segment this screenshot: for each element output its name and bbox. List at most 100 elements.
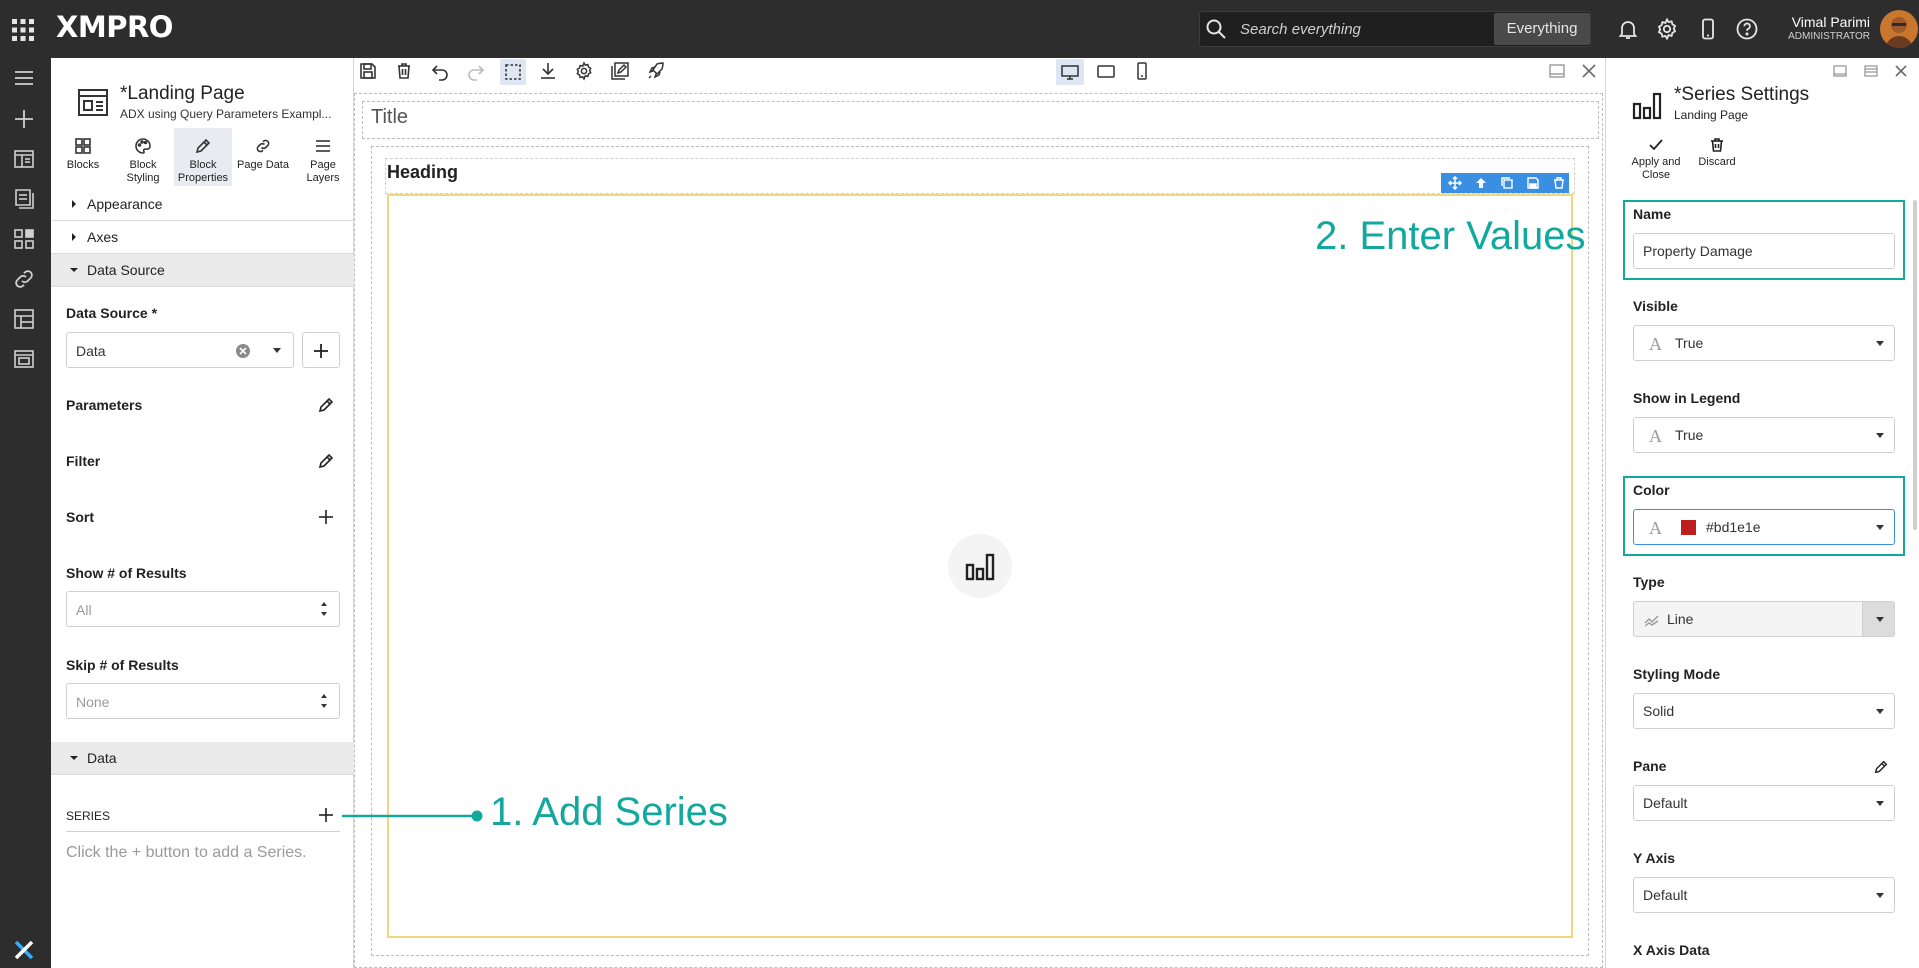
- heading-text[interactable]: Heading: [387, 162, 458, 183]
- chevron-down-icon: [273, 348, 281, 353]
- edit-layout-icon[interactable]: [610, 61, 630, 81]
- visible-select[interactable]: A True: [1633, 325, 1895, 361]
- discard-label: Discard: [1698, 156, 1736, 168]
- avatar[interactable]: [1880, 10, 1918, 48]
- phone-icon[interactable]: [1132, 61, 1152, 81]
- visible-label: Visible: [1633, 298, 1678, 314]
- search-input[interactable]: [1240, 17, 1490, 41]
- add-data-source-button[interactable]: [302, 332, 340, 368]
- section-appearance[interactable]: Appearance: [51, 188, 354, 221]
- move-icon[interactable]: [1448, 176, 1462, 190]
- expression-toggle-icon[interactable]: A: [1649, 426, 1662, 447]
- user-name[interactable]: Vimal Parimi: [1780, 14, 1870, 30]
- apply-and-close-button[interactable]: Apply and Close: [1628, 137, 1684, 182]
- xmpro-x-icon[interactable]: [14, 940, 34, 960]
- show-in-legend-select[interactable]: A True: [1633, 417, 1895, 453]
- select-mode-button[interactable]: [500, 59, 526, 85]
- styling-mode-select[interactable]: Solid: [1633, 693, 1895, 729]
- dock-panel-icon[interactable]: [1863, 63, 1879, 79]
- add-sort-icon[interactable]: [317, 508, 335, 526]
- save-icon[interactable]: [358, 61, 378, 81]
- series-divider: [66, 831, 340, 832]
- delete-icon[interactable]: [394, 61, 414, 81]
- undo-icon[interactable]: [430, 61, 450, 81]
- dashboard-icon[interactable]: [12, 307, 36, 331]
- clear-icon[interactable]: [235, 343, 251, 359]
- data-source-label: Data Source *: [66, 305, 158, 321]
- expression-toggle-icon[interactable]: A: [1649, 334, 1662, 355]
- delete-block-icon[interactable]: [1552, 176, 1566, 190]
- admin-icon[interactable]: [12, 347, 36, 371]
- search-scope-button[interactable]: Everything: [1494, 13, 1590, 45]
- data-source-select[interactable]: Data: [66, 332, 294, 368]
- panel-scrollbar[interactable]: [1913, 200, 1917, 530]
- edit-parameters-icon[interactable]: [317, 396, 335, 414]
- type-select[interactable]: Line: [1633, 601, 1895, 637]
- section-data-source[interactable]: Data Source: [51, 254, 354, 287]
- menu-icon[interactable]: [12, 66, 36, 90]
- heading-block[interactable]: [385, 158, 1575, 194]
- section-data[interactable]: Data: [51, 742, 354, 775]
- legend-value: True: [1675, 427, 1704, 443]
- help-icon[interactable]: [1735, 17, 1759, 41]
- show-results-label: Show # of Results: [66, 565, 187, 581]
- select-parent-icon[interactable]: [1474, 176, 1488, 190]
- tab-label: Page Data: [237, 159, 289, 171]
- minimize-panel-icon[interactable]: [1832, 63, 1848, 79]
- chevron-down-icon: [1876, 525, 1884, 530]
- tab-page-layers[interactable]: Page Layers: [294, 128, 352, 186]
- tab-block-properties[interactable]: Block Properties: [174, 128, 232, 186]
- series-settings-subtitle: Landing Page: [1674, 108, 1749, 122]
- show-results-input[interactable]: All: [66, 591, 340, 627]
- page-subtitle: ADX using Query Parameters Exampl...: [120, 107, 332, 121]
- caret-right-icon: [72, 200, 76, 208]
- y-axis-select[interactable]: Default: [1633, 877, 1895, 913]
- mobile-device-icon[interactable]: [1696, 17, 1720, 41]
- spinner-icon[interactable]: [319, 598, 329, 620]
- add-icon[interactable]: [12, 107, 36, 131]
- section-axes[interactable]: Axes: [51, 221, 354, 254]
- close-panel-icon[interactable]: [1894, 64, 1908, 78]
- data-streams-icon[interactable]: [12, 227, 36, 251]
- title-block[interactable]: [362, 101, 1599, 139]
- gear-icon[interactable]: [1655, 17, 1679, 41]
- spinner-icon[interactable]: [319, 690, 329, 712]
- check-icon: [1649, 139, 1663, 151]
- edit-pane-icon[interactable]: [1873, 759, 1889, 775]
- pane-select[interactable]: Default: [1633, 785, 1895, 821]
- apps-grid-icon[interactable]: [10, 17, 36, 43]
- series-name-input[interactable]: [1633, 233, 1895, 269]
- section-label: Appearance: [87, 196, 163, 212]
- tab-block-styling[interactable]: Block Styling: [114, 128, 172, 186]
- tab-label: Page Layers: [306, 159, 340, 184]
- block-toolbar: [1441, 173, 1569, 193]
- tablet-icon[interactable]: [1096, 61, 1116, 81]
- app-designer-icon[interactable]: [12, 147, 36, 171]
- duplicate-icon[interactable]: [1500, 176, 1514, 190]
- expression-toggle-icon[interactable]: A: [1649, 518, 1662, 539]
- tab-page-data[interactable]: Page Data: [234, 128, 292, 186]
- settings-icon[interactable]: [574, 61, 594, 81]
- minimize-icon[interactable]: [1547, 61, 1567, 81]
- section-label: Data: [87, 750, 117, 766]
- skip-results-label: Skip # of Results: [66, 657, 179, 673]
- tab-blocks[interactable]: Blocks: [54, 128, 112, 186]
- close-icon[interactable]: [1579, 61, 1599, 81]
- xmpro-logo[interactable]: XMPRO: [56, 10, 173, 44]
- skip-results-input[interactable]: None: [66, 683, 340, 719]
- rocket-icon[interactable]: [646, 61, 666, 81]
- show-results-value: All: [76, 602, 92, 618]
- desktop-view-button[interactable]: [1056, 59, 1084, 85]
- color-select[interactable]: A #bd1e1e: [1633, 509, 1895, 545]
- download-icon[interactable]: [538, 61, 558, 81]
- bell-icon[interactable]: [1616, 17, 1640, 41]
- redo-icon[interactable]: [466, 61, 486, 81]
- recommendations-icon[interactable]: [12, 187, 36, 211]
- save-block-icon[interactable]: [1526, 176, 1540, 190]
- integration-link-icon[interactable]: [12, 267, 36, 291]
- discard-button[interactable]: Discard: [1689, 137, 1745, 169]
- plus-icon: [314, 344, 328, 358]
- page-title-text[interactable]: Title: [371, 106, 408, 129]
- add-series-icon[interactable]: [317, 806, 335, 824]
- edit-filter-icon[interactable]: [317, 452, 335, 470]
